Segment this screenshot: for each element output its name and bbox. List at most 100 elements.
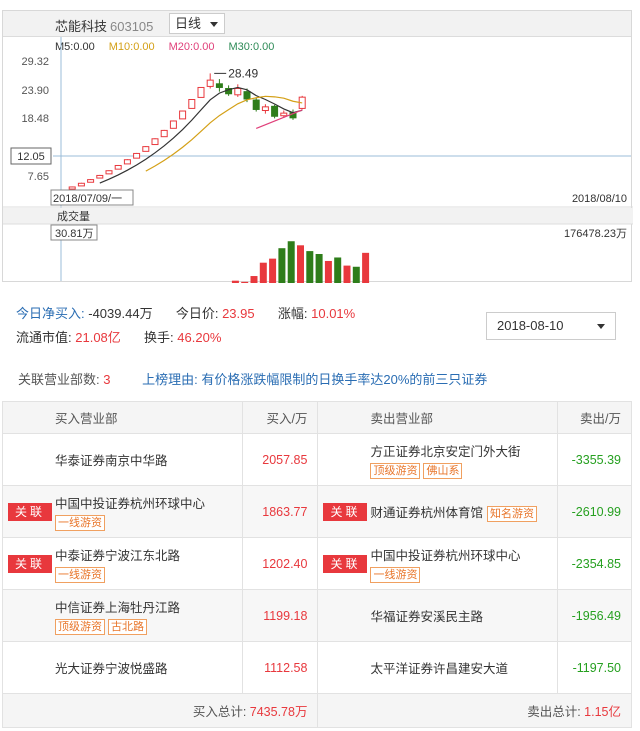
mktcap-value: 21.08亿 bbox=[75, 330, 121, 345]
turnover-label: 换手: bbox=[144, 330, 174, 345]
volume-bar bbox=[343, 265, 351, 283]
change-value: 10.01% bbox=[311, 306, 356, 321]
sell-dept-cell[interactable]: 太平洋证券许昌建安大道 bbox=[317, 641, 559, 694]
buy-dept-cell[interactable]: 关联 中泰证券宁波江东北路 一线游资 bbox=[2, 537, 243, 590]
header-sell-amount: 卖出/万 bbox=[557, 401, 632, 434]
sell-dept-name[interactable]: 华福证券安溪民主路 bbox=[370, 606, 557, 625]
buy-dept-cell[interactable]: 中信证券上海牡丹江路 顶级游资 古北路 bbox=[2, 589, 243, 642]
table-row[interactable]: 光大证券宁波悦盛路 1112.58 太平洋证券许昌建安大道 -1197.50 bbox=[2, 641, 632, 694]
volume-current-label: 30.81万 bbox=[55, 228, 94, 240]
date-value: 2018-08-10 bbox=[497, 318, 564, 333]
table-row[interactable]: 关联 中泰证券宁波江东北路 一线游资 1202.40 关联 中国中投证券杭州环球中心 一线游… bbox=[2, 537, 632, 590]
change-label: 涨幅: bbox=[277, 306, 308, 321]
candle-body bbox=[68, 186, 76, 190]
header-buy-amount: 买入/万 bbox=[241, 401, 319, 434]
trader-tag[interactable]: 一线游资 bbox=[55, 514, 105, 531]
kline-chart-panel[interactable]: 芯能科技 603105 日线 M5:0.00 M10:0.00 M20:0.00 M30… bbox=[2, 10, 633, 283]
candle-body bbox=[280, 112, 288, 117]
buy-dept-name[interactable]: 光大证券宁波悦盛路 bbox=[55, 658, 242, 677]
candle-body bbox=[160, 129, 168, 138]
ma5-line bbox=[99, 86, 303, 184]
table-header: 买入营业部 买入/万 卖出营业部 卖出/万 bbox=[2, 401, 632, 434]
sell-dept-name[interactable]: 方正证券北京安定门外大街 bbox=[370, 441, 557, 460]
guan-badge[interactable]: 关联 bbox=[8, 554, 52, 573]
trader-tag[interactable]: 顶级游资 bbox=[55, 618, 105, 635]
volume-bar bbox=[334, 257, 342, 283]
table-row[interactable]: 关联 中国中投证券杭州环球中心 一线游资 1863.77 关联 财通证券杭州体育馆 知名游资… bbox=[2, 485, 632, 538]
sell-dept-cell[interactable]: 华福证券安溪民主路 bbox=[317, 589, 559, 642]
header-sell-dept: 卖出营业部 bbox=[317, 401, 559, 434]
price-tick-label: 18.48 bbox=[21, 113, 49, 125]
buy-total-label: 买入总计: bbox=[192, 705, 247, 719]
sell-dept-cell[interactable]: 方正证券北京安定门外大街 顶级游资 佛山系 bbox=[317, 433, 559, 486]
sell-dept-cell[interactable]: 关联 财通证券杭州体育馆 知名游资 bbox=[317, 485, 559, 538]
buy-dept-name[interactable]: 中泰证券宁波江东北路 bbox=[55, 545, 242, 564]
sell-dept-name[interactable]: 财通证券杭州体育馆 bbox=[370, 506, 483, 520]
table-row[interactable]: 中信证券上海牡丹江路 顶级游资 古北路 1199.18 华福证券安溪民主路 -1956.4… bbox=[2, 589, 632, 642]
candle-body bbox=[271, 105, 279, 117]
high-annotation: 28.49 bbox=[228, 66, 258, 80]
volume-bar bbox=[241, 281, 249, 283]
related-bar: 关联营业部数: 3 上榜理由: 有价格涨跌幅限制的日换手率达20%的前三只证券 bbox=[2, 362, 632, 398]
trader-tag[interactable]: 一线游资 bbox=[55, 566, 105, 583]
summary-line-2: 流通市值: 21.08亿 换手: 46.20% bbox=[16, 326, 355, 350]
kline-svg: 29.3223.9018.4812.057.6512.0528.495.8020… bbox=[3, 37, 633, 283]
buy-dept-cell[interactable]: 关联 中国中投证券杭州环球中心 一线游资 bbox=[2, 485, 243, 538]
ma20-line bbox=[255, 109, 303, 130]
buy-dept-cell[interactable]: 光大证券宁波悦盛路 bbox=[2, 641, 243, 694]
volume-bar bbox=[231, 280, 239, 283]
sell-amount: -3355.39 bbox=[557, 433, 632, 486]
candle-body bbox=[197, 86, 205, 98]
net-buy-value: -4039.44万 bbox=[88, 306, 153, 321]
volume-bar bbox=[259, 262, 267, 283]
trader-tag[interactable]: 佛山系 bbox=[423, 462, 463, 479]
guan-badge[interactable]: 关联 bbox=[8, 502, 52, 521]
summary-info: 今日净买入: -4039.44万 今日价: 23.95 涨幅: 10.01% 流… bbox=[16, 302, 355, 350]
price-value: 23.95 bbox=[222, 306, 255, 321]
sell-dept-name[interactable]: 太平洋证券许昌建安大道 bbox=[370, 658, 557, 677]
candle-body bbox=[142, 146, 150, 152]
current-price-label: 12.05 bbox=[17, 151, 45, 163]
sell-dept-name[interactable]: 中国中投证券杭州环球中心 bbox=[370, 545, 557, 564]
candle-body bbox=[234, 88, 242, 96]
guan-badge[interactable]: 关联 bbox=[323, 502, 368, 521]
trader-tag[interactable]: 古北路 bbox=[108, 618, 147, 635]
date-end-label: 2018/08/10 bbox=[572, 193, 627, 205]
price-tick-label: 7.65 bbox=[28, 171, 49, 183]
buy-amount: 1863.77 bbox=[241, 485, 319, 538]
volume-header-bg bbox=[3, 208, 633, 224]
net-buy-label: 今日净买入: bbox=[16, 306, 85, 321]
related-count-value: 3 bbox=[103, 372, 111, 387]
summary-line-1: 今日净买入: -4039.44万 今日价: 23.95 涨幅: 10.01% bbox=[16, 302, 355, 326]
volume-bar bbox=[324, 260, 332, 283]
volume-bar bbox=[269, 258, 277, 283]
reason-label: 上榜理由: bbox=[142, 372, 198, 387]
candle-body bbox=[105, 170, 113, 175]
candle-body bbox=[133, 152, 141, 159]
trader-tag[interactable]: 一线游资 bbox=[370, 566, 421, 583]
candle-body bbox=[114, 164, 122, 170]
candle-body bbox=[188, 99, 196, 109]
buy-dept-name[interactable]: 华泰证券南京中华路 bbox=[55, 450, 242, 469]
price-label: 今日价: bbox=[175, 306, 219, 321]
trader-tag[interactable]: 顶级游资 bbox=[370, 462, 421, 479]
candle-body bbox=[87, 179, 95, 183]
buy-dept-cell[interactable]: 华泰证券南京中华路 bbox=[2, 433, 243, 486]
buy-dept-name[interactable]: 中信证券上海牡丹江路 bbox=[55, 597, 242, 616]
reason-value: 有价格涨跌幅限制的日换手率达20%的前三只证券 bbox=[201, 372, 488, 387]
trader-tag[interactable]: 知名游资 bbox=[486, 505, 537, 522]
sell-dept-cell[interactable]: 关联 中国中投证券杭州环球中心 一线游资 bbox=[317, 537, 559, 590]
sell-total-label: 卖出总计: bbox=[527, 705, 581, 719]
candle-body bbox=[77, 182, 85, 187]
table-row[interactable]: 华泰证券南京中华路 2057.85 方正证券北京安定门外大街 顶级游资 佛山系 -3355… bbox=[2, 433, 632, 486]
buy-amount: 1199.18 bbox=[241, 589, 319, 642]
trading-desk-table: 买入营业部 买入/万 卖出营业部 卖出/万 华泰证券南京中华路 2057.85 方正… bbox=[1, 401, 632, 728]
buy-amount: 2057.85 bbox=[241, 433, 319, 486]
date-dropdown[interactable]: 2018-08-10 bbox=[486, 312, 616, 340]
ma10-line bbox=[145, 95, 303, 172]
sell-amount: -1197.50 bbox=[557, 641, 632, 694]
guan-badge[interactable]: 关联 bbox=[323, 554, 368, 573]
volume-bar bbox=[278, 248, 286, 283]
buy-dept-name[interactable]: 中国中投证券杭州环球中心 bbox=[55, 493, 242, 512]
price-tick-label: 23.90 bbox=[21, 85, 49, 97]
